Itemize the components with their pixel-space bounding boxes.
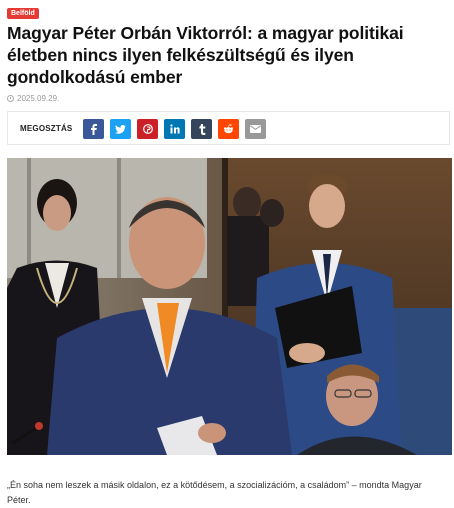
linkedin-share-button[interactable] — [164, 119, 185, 139]
reddit-share-button[interactable] — [218, 119, 239, 139]
category-badge[interactable]: Belföld — [7, 8, 39, 19]
tumblr-icon — [198, 123, 205, 135]
tumblr-share-button[interactable] — [191, 119, 212, 139]
article-title: Magyar Péter Orbán Viktorról: a magyar p… — [7, 23, 404, 87]
pinterest-share-button[interactable] — [137, 119, 158, 139]
email-share-button[interactable] — [245, 119, 266, 139]
facebook-share-button[interactable] — [83, 119, 104, 139]
date-text: 2025.09.29. — [17, 94, 60, 103]
article-date: 2025.09.29. — [7, 94, 59, 103]
twitter-icon — [115, 124, 126, 134]
photo-illustration — [7, 158, 452, 455]
share-bar: MEGOSZTÁS — [7, 111, 450, 145]
email-icon — [250, 125, 261, 133]
clock-icon — [7, 95, 14, 102]
article-photo — [7, 158, 452, 455]
share-label: MEGOSZTÁS — [20, 124, 73, 133]
reddit-icon — [224, 124, 233, 134]
pinterest-icon — [142, 124, 153, 134]
facebook-icon — [91, 123, 97, 135]
linkedin-icon — [169, 124, 180, 134]
photo-caption: „Én soha nem leszek a másik oldalon, ez … — [7, 480, 422, 505]
twitter-share-button[interactable] — [110, 119, 131, 139]
